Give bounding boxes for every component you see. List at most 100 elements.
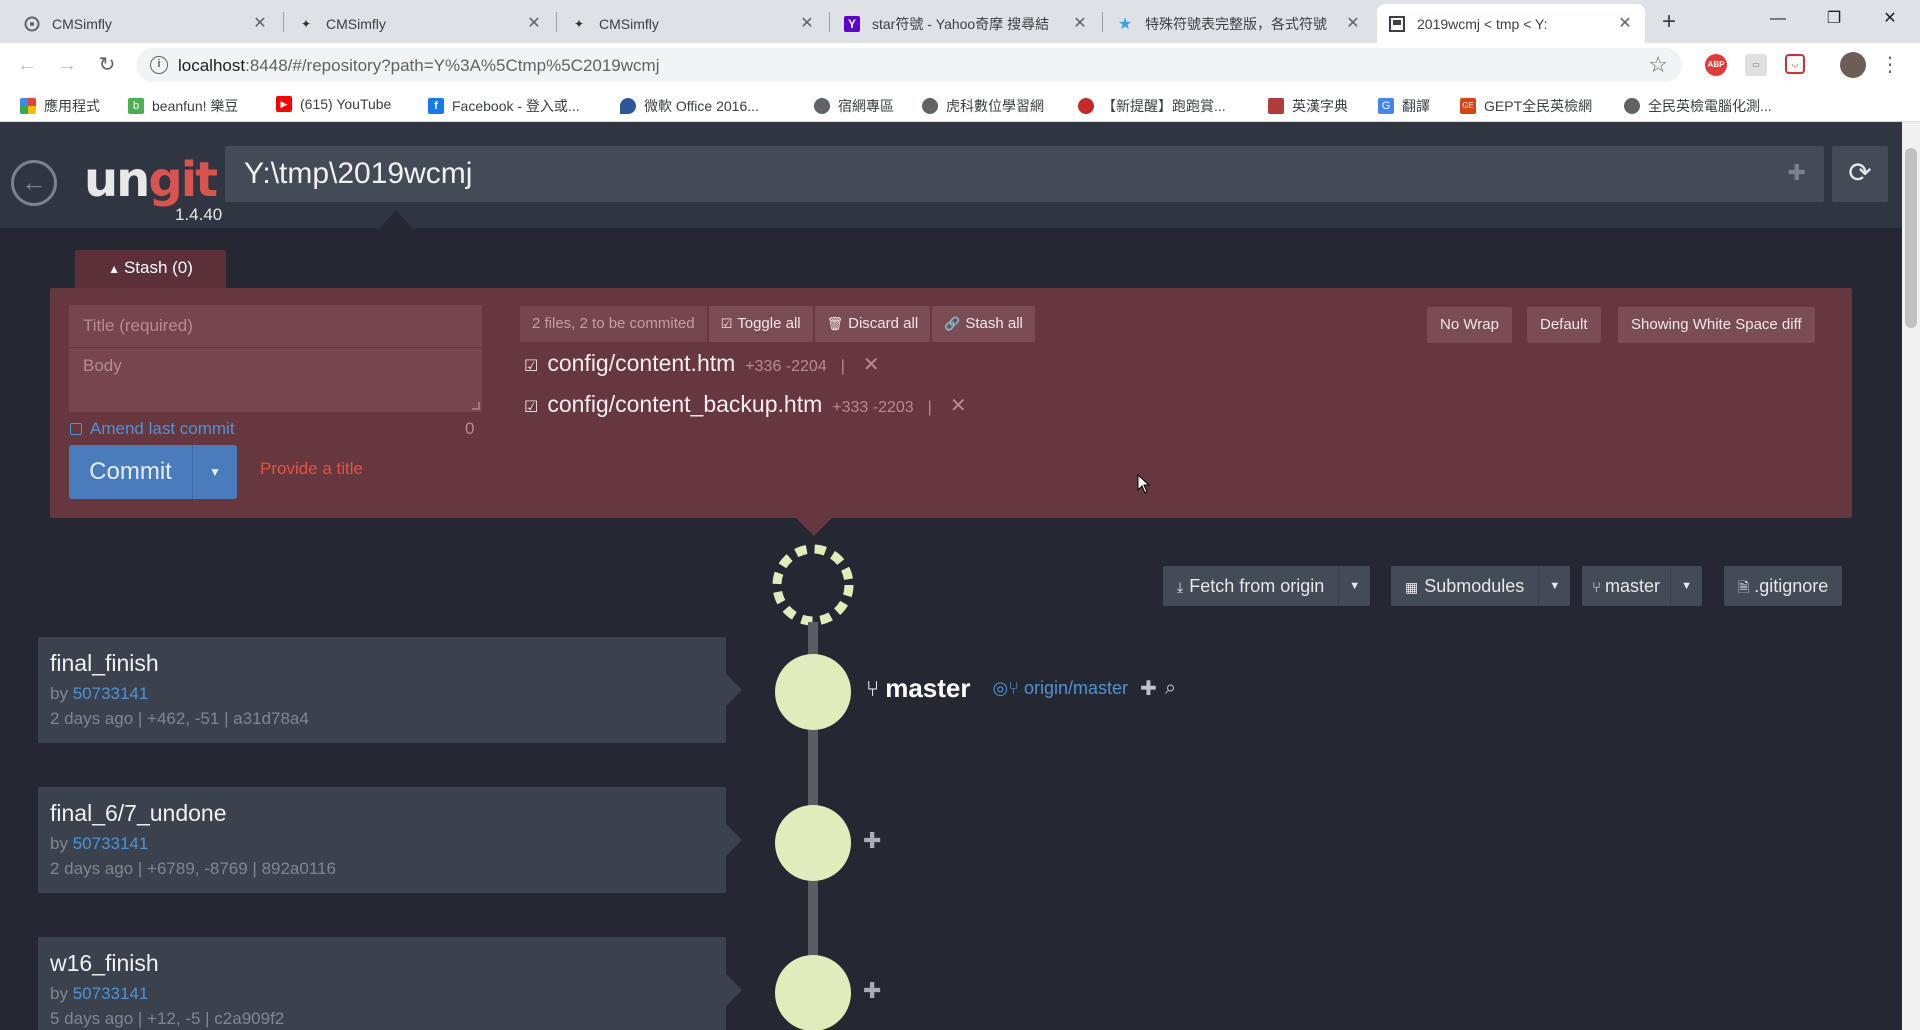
- commit-author[interactable]: 50733141: [73, 984, 149, 1003]
- gitignore-button[interactable]: 🗎 .gitignore: [1724, 566, 1843, 606]
- resize-handle[interactable]: [472, 402, 480, 410]
- bookmark-item[interactable]: b beanfun! 樂豆: [128, 96, 238, 116]
- menu-icon[interactable]: ⋮: [1880, 51, 1900, 79]
- commit-title-input[interactable]: Title (required): [69, 305, 482, 347]
- fetch-button[interactable]: ⤓ Fetch from origin: [1163, 566, 1338, 606]
- pocket-icon[interactable]: ◡: [1785, 54, 1805, 74]
- close-icon[interactable]: ✕: [1617, 15, 1633, 32]
- branch-button[interactable]: ⑂ master: [1582, 566, 1670, 606]
- page-scrollbar[interactable]: [1902, 122, 1920, 1030]
- commit-options-dropdown[interactable]: ▼: [193, 445, 237, 499]
- commit-card[interactable]: final_6/7_undone by 50733141 2 days ago …: [38, 787, 742, 893]
- forward-arrow-icon[interactable]: →: [53, 51, 81, 79]
- diff-mode-button[interactable]: Default: [1527, 307, 1601, 343]
- close-icon[interactable]: ✕: [252, 15, 268, 32]
- url-text[interactable]: localhost:8448/#/repository?path=Y%3A%5C…: [178, 56, 659, 76]
- submodules-dropdown[interactable]: ▼: [1538, 566, 1570, 606]
- amend-checkbox[interactable]: Amend last commit: [70, 419, 235, 439]
- back-button[interactable]: ←: [11, 160, 57, 206]
- refresh-button[interactable]: ⟳: [1832, 146, 1888, 202]
- gitignore-button-inner[interactable]: 🗎 .gitignore: [1724, 566, 1842, 606]
- discard-all-button[interactable]: 🗑 Discard all: [814, 306, 931, 342]
- local-branch-label[interactable]: master: [885, 673, 970, 704]
- staged-file-row[interactable]: ☑ config/content.htm +336 -2204 | ✕: [524, 350, 880, 377]
- browser-toolbar: ← → ↻ i localhost:8448/#/repository?path…: [0, 43, 1920, 87]
- commit-node[interactable]: [775, 955, 851, 1030]
- close-icon[interactable]: ✕: [526, 15, 542, 32]
- back-arrow-icon[interactable]: ←: [13, 51, 41, 79]
- discard-all-label: Discard all: [848, 315, 919, 332]
- check-square-icon[interactable]: ☑: [524, 356, 538, 376]
- browser-tab-2[interactable]: ✦ CMSimfly ✕: [286, 4, 554, 43]
- search-icon[interactable]: ⌕: [1165, 677, 1176, 700]
- branch-dropdown[interactable]: ▼: [1670, 566, 1702, 606]
- bookmark-label: 【新提醒】跑跑賞...: [1102, 98, 1226, 114]
- add-ref-icon[interactable]: ✚: [1140, 676, 1157, 701]
- fetch-dropdown[interactable]: ▼: [1338, 566, 1370, 606]
- file-name[interactable]: config/content_backup.htm: [547, 391, 822, 418]
- info-icon[interactable]: i: [150, 56, 168, 74]
- wrap-toggle-button[interactable]: No Wrap: [1427, 307, 1512, 343]
- scrollbar-thumb[interactable]: [1905, 148, 1917, 328]
- bookmark-item[interactable]: 全民英檢電腦化測...: [1624, 96, 1772, 116]
- browser-tab-active[interactable]: 2019wcmj < tmp < Y: ✕: [1377, 4, 1645, 43]
- bookmark-item[interactable]: 英漢字典: [1268, 96, 1348, 116]
- staged-file-row[interactable]: ☑ config/content_backup.htm +333 -2203 |…: [524, 391, 967, 418]
- bookmark-item[interactable]: 虎科數位學習網: [922, 96, 1044, 116]
- bookmark-item[interactable]: 應用程式: [20, 96, 100, 116]
- whitespace-toggle-button[interactable]: Showing White Space diff: [1618, 307, 1815, 343]
- extension-icon[interactable]: ▭: [1745, 54, 1767, 76]
- new-tab-button[interactable]: +: [1655, 8, 1683, 36]
- window-close-button[interactable]: ✕: [1862, 0, 1918, 38]
- file-name[interactable]: config/content.htm: [547, 350, 735, 377]
- toggle-all-button[interactable]: ☑ Toggle all: [708, 306, 813, 342]
- browser-tab-4[interactable]: Y star符號 - Yahoo奇摩 搜尋結 ✕: [832, 4, 1100, 43]
- bookmark-star-icon[interactable]: ☆: [1648, 52, 1668, 78]
- close-icon[interactable]: ✕: [799, 15, 815, 32]
- discard-file-icon[interactable]: ✕: [863, 352, 880, 377]
- reload-icon[interactable]: ↻: [93, 51, 121, 79]
- bookmark-item[interactable]: 宿網專區: [814, 96, 894, 116]
- commit-card[interactable]: final_finish by 50733141 2 days ago | +4…: [38, 637, 742, 743]
- repo-path-input[interactable]: Y:\tmp\2019wcmj ✚: [225, 146, 1824, 202]
- remote-branch-label[interactable]: ◎⑂ origin/master: [992, 678, 1128, 699]
- commit-node[interactable]: [775, 654, 851, 730]
- tab-title: CMSimfly: [599, 15, 659, 32]
- bookmark-item[interactable]: GE GEPT全民英檢網: [1460, 96, 1592, 116]
- bookmark-item[interactable]: G 翻譯: [1378, 96, 1430, 116]
- add-repo-icon[interactable]: ✚: [1788, 160, 1806, 186]
- add-ref-icon[interactable]: ✚: [863, 978, 881, 1004]
- bookmark-item[interactable]: 【新提醒】跑跑賞...: [1078, 96, 1226, 116]
- close-icon[interactable]: ✕: [1345, 15, 1361, 32]
- bookmark-item[interactable]: ▶ (615) YouTube: [276, 96, 391, 112]
- browser-tab-1[interactable]: CMSimfly ✕: [12, 4, 280, 43]
- ignore-icon[interactable]: |: [841, 358, 845, 376]
- close-icon[interactable]: ✕: [1072, 15, 1088, 32]
- check-square-icon[interactable]: ☑: [524, 397, 538, 417]
- discard-file-icon[interactable]: ✕: [950, 393, 967, 418]
- commit-body-input[interactable]: Body: [69, 348, 482, 412]
- checkbox-icon[interactable]: [70, 423, 82, 435]
- commit-card[interactable]: w16_finish by 50733141 5 days ago | +12,…: [38, 937, 742, 1030]
- browser-tab-5[interactable]: ★ 特殊符號表完整版，各式符號 ✕: [1105, 4, 1373, 43]
- avatar[interactable]: [1840, 52, 1866, 78]
- commit-author[interactable]: 50733141: [73, 684, 149, 703]
- restore-button[interactable]: ❐: [1806, 0, 1862, 38]
- commit-author[interactable]: 50733141: [73, 834, 149, 853]
- browser-tab-3[interactable]: ✦ CMSimfly ✕: [559, 4, 827, 43]
- minimize-button[interactable]: —: [1750, 0, 1806, 38]
- ungit-logo[interactable]: ungit: [84, 152, 218, 208]
- add-ref-icon[interactable]: ✚: [863, 828, 881, 854]
- working-tree-node[interactable]: [772, 544, 854, 626]
- bookmark-item[interactable]: f Facebook - 登入或...: [428, 96, 580, 116]
- stash-all-button[interactable]: 🔗 Stash all: [932, 306, 1035, 342]
- submodules-button[interactable]: ▦ Submodules: [1391, 566, 1538, 606]
- stash-toggle[interactable]: ▲ Stash (0): [75, 250, 226, 288]
- commit-button[interactable]: Commit: [69, 445, 193, 499]
- commit-node[interactable]: [775, 805, 851, 881]
- ignore-icon[interactable]: |: [928, 399, 932, 417]
- commit-title: w16_finish: [50, 950, 159, 976]
- address-bar[interactable]: i localhost:8448/#/repository?path=Y%3A%…: [136, 48, 1682, 82]
- bookmark-item[interactable]: 微軟 Office 2016...: [620, 96, 759, 116]
- adblock-icon[interactable]: ABP: [1705, 54, 1727, 76]
